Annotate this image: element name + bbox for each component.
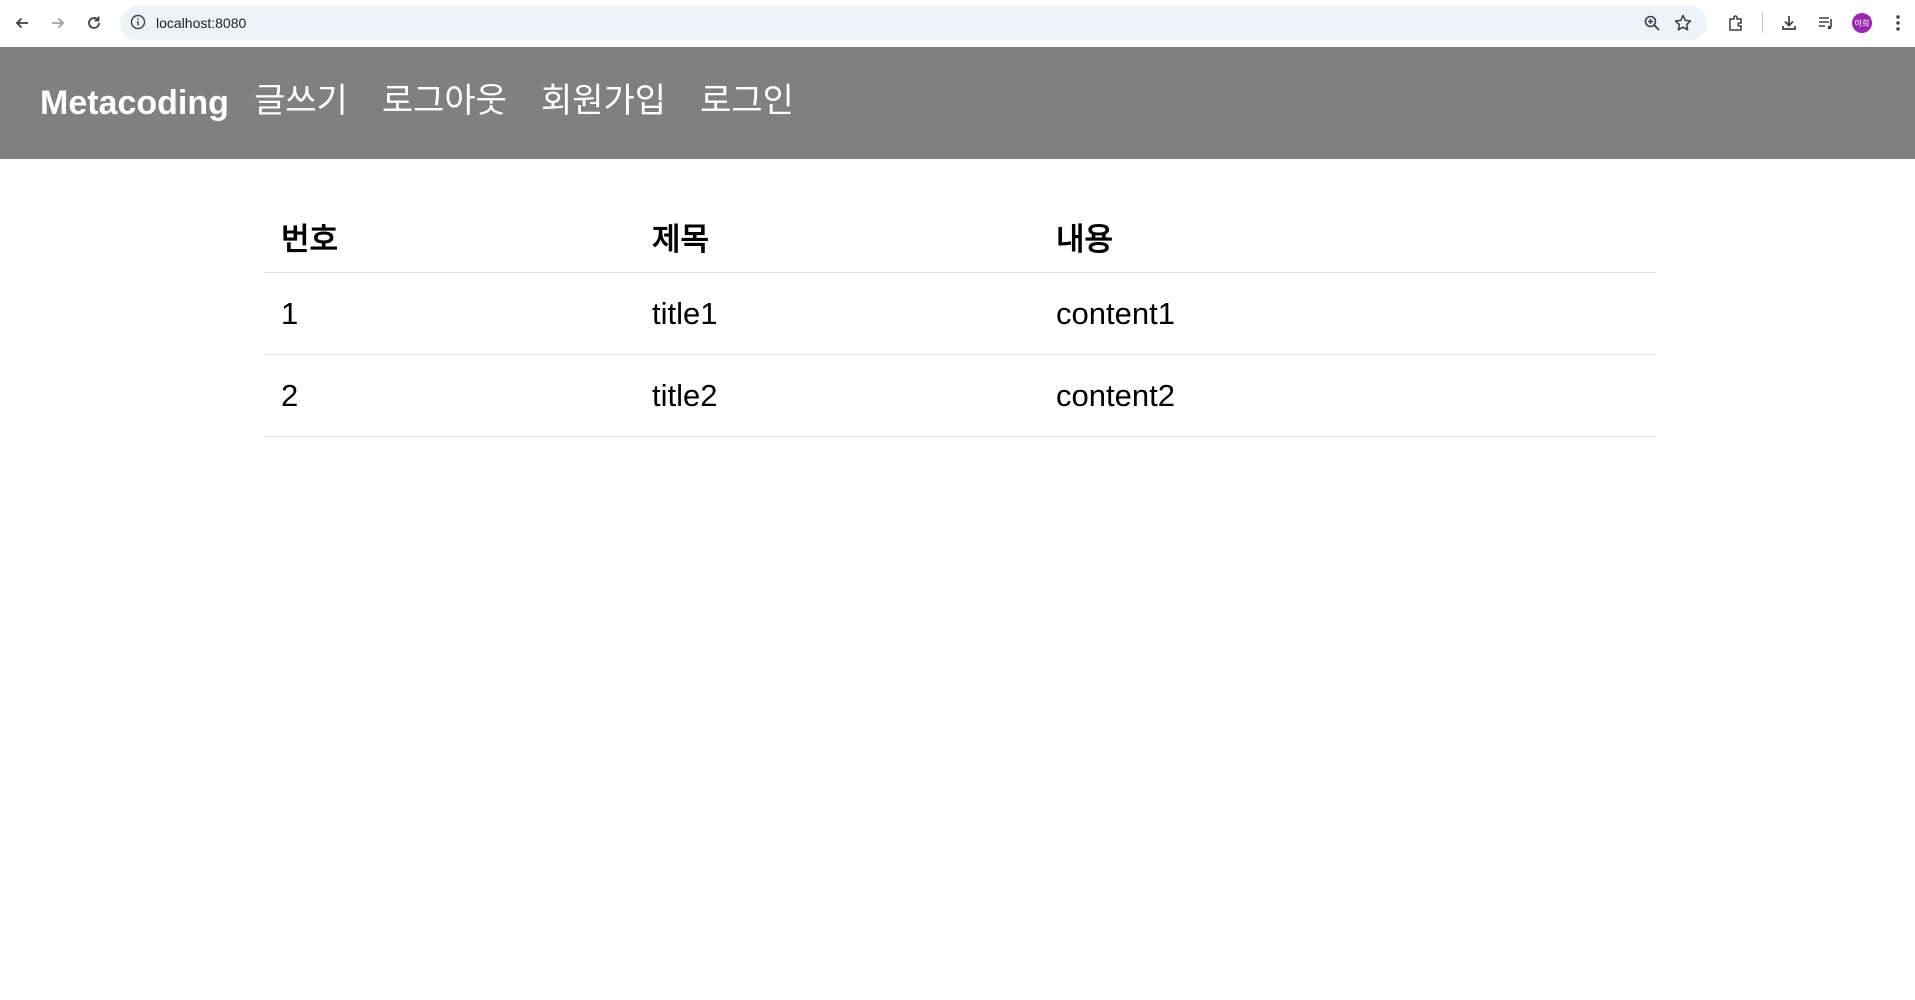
nav-link-write[interactable]: 글쓰기 bbox=[254, 81, 348, 121]
column-header-content: 내용 bbox=[1039, 200, 1656, 273]
extensions-icon[interactable] bbox=[1722, 9, 1750, 37]
reload-icon[interactable] bbox=[80, 9, 108, 37]
table-header-row: 번호 제목 내용 bbox=[264, 200, 1656, 273]
nav-link-login[interactable]: 로그인 bbox=[700, 81, 794, 121]
cell-content: content2 bbox=[1039, 354, 1656, 437]
toolbar-divider bbox=[1762, 13, 1763, 33]
site-info-icon[interactable] bbox=[130, 14, 146, 30]
zoom-icon[interactable] bbox=[1643, 14, 1661, 32]
url-text[interactable]: localhost:8080 bbox=[156, 14, 246, 32]
site-navbar: Metacoding 글쓰기 로그아웃 회원가입 로그인 bbox=[0, 47, 1915, 159]
cell-title: title2 bbox=[635, 354, 1039, 437]
cell-content: content1 bbox=[1039, 272, 1656, 355]
nav-link-logout[interactable]: 로그아웃 bbox=[382, 81, 507, 121]
cell-title: title1 bbox=[635, 272, 1039, 355]
address-bar[interactable]: localhost:8080 bbox=[120, 6, 1707, 40]
cell-number: 2 bbox=[264, 354, 635, 437]
table-row[interactable]: 1 title1 content1 bbox=[264, 272, 1656, 355]
nav-links: 글쓰기 로그아웃 회원가입 로그인 bbox=[254, 81, 828, 121]
column-header-number: 번호 bbox=[264, 200, 635, 273]
forward-icon[interactable] bbox=[44, 9, 72, 37]
bookmark-star-icon[interactable] bbox=[1673, 13, 1693, 33]
back-icon[interactable] bbox=[8, 9, 36, 37]
brand-link[interactable]: Metacoding bbox=[40, 83, 229, 123]
nav-link-signup[interactable]: 회원가입 bbox=[541, 81, 666, 121]
media-controls-icon[interactable] bbox=[1812, 9, 1840, 37]
table-row[interactable]: 2 title2 content2 bbox=[264, 354, 1656, 437]
column-header-title: 제목 bbox=[635, 200, 1039, 273]
menu-kebab-icon[interactable] bbox=[1884, 9, 1912, 37]
profile-avatar[interactable]: 아희 bbox=[1852, 13, 1872, 33]
cell-number: 1 bbox=[264, 272, 635, 355]
browser-toolbar: localhost:8080 아희 bbox=[0, 0, 1915, 47]
board-table: 번호 제목 내용 1 title1 content1 2 title2 cont… bbox=[264, 200, 1656, 437]
download-icon[interactable] bbox=[1775, 9, 1803, 37]
